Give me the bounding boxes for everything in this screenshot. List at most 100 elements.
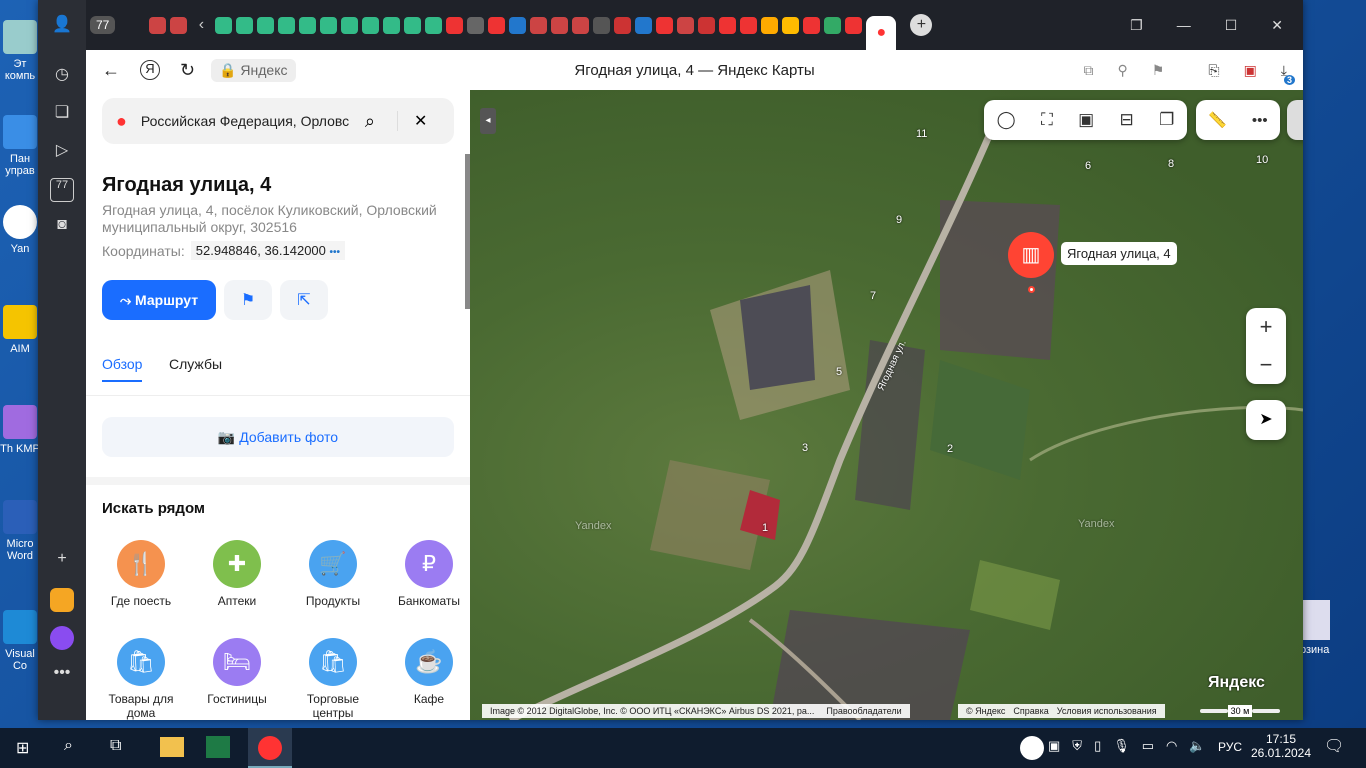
clock[interactable]: 17:15 26.01.2024: [1251, 732, 1311, 760]
maximize-button[interactable]: ☐: [1225, 17, 1238, 34]
tab-overview[interactable]: Обзор: [102, 356, 143, 382]
desktop-icon-yandex[interactable]: Yan: [0, 205, 40, 255]
microphone-icon[interactable]: 🎙: [1113, 738, 1130, 754]
user-avatar[interactable]: [1287, 100, 1303, 140]
photos-icon[interactable]: ▣: [1078, 110, 1094, 130]
tab[interactable]: [782, 16, 800, 34]
marker-label[interactable]: Ягодная улица, 4: [1061, 242, 1177, 265]
nearby-category[interactable]: ✚ Аптеки: [192, 540, 282, 608]
task-view-icon[interactable]: ⧉: [110, 737, 121, 755]
tab-services[interactable]: Службы: [169, 356, 222, 372]
tab[interactable]: [761, 16, 779, 34]
add-photo-button[interactable]: 📷 Добавить фото: [102, 417, 454, 457]
transport-icon[interactable]: ⊟: [1120, 110, 1134, 130]
extension-icon[interactable]: ▣: [1244, 62, 1257, 79]
extensions-icon[interactable]: ⎘: [1208, 62, 1219, 79]
tab[interactable]: [446, 16, 464, 34]
usb-icon[interactable]: ▯: [1094, 738, 1101, 754]
tab[interactable]: [614, 16, 632, 34]
route-button[interactable]: ⤳ Маршрут: [102, 280, 216, 320]
tab[interactable]: [215, 16, 233, 34]
nearby-category[interactable]: 🍴 Где поесть: [96, 540, 186, 608]
minimize-button[interactable]: —: [1177, 17, 1191, 34]
layers-icon[interactable]: ❐: [1159, 110, 1174, 130]
tab[interactable]: [341, 16, 359, 34]
tab[interactable]: [467, 16, 485, 34]
profile-icon[interactable]: 👤: [50, 14, 74, 38]
tab[interactable]: [170, 16, 188, 34]
nearby-category[interactable]: ☕ Кафе: [384, 638, 470, 706]
desktop-icon-recycle-bin[interactable]: рзина: [1300, 600, 1330, 656]
collections-icon[interactable]: ❐: [1130, 17, 1143, 34]
back-button[interactable]: ←: [102, 60, 120, 81]
yandex-home-icon[interactable]: Я: [140, 60, 160, 80]
tab[interactable]: [656, 16, 674, 34]
tab[interactable]: [530, 16, 548, 34]
tab[interactable]: [572, 16, 590, 34]
tab[interactable]: [320, 16, 338, 34]
terms-link[interactable]: Условия использования: [1057, 706, 1157, 716]
yandex-browser-taskbar[interactable]: [248, 728, 292, 768]
security-icon[interactable]: ⛨: [1072, 738, 1082, 754]
location-icon[interactable]: ⚲: [1118, 62, 1128, 79]
notifications-icon[interactable]: 🗨: [1324, 736, 1344, 756]
share-button[interactable]: ⇱: [280, 280, 328, 320]
satellite-layer-icon[interactable]: ◯: [997, 110, 1016, 130]
yandex-tray-icon[interactable]: [1020, 736, 1044, 760]
desktop-icon-kmp[interactable]: Th KMP: [0, 405, 40, 455]
volume-icon[interactable]: 🔈: [1189, 738, 1205, 754]
tab[interactable]: [149, 16, 167, 34]
tabs-counter-icon[interactable]: 77: [50, 178, 74, 202]
panorama-icon[interactable]: ⛶: [1041, 110, 1053, 130]
scroll-tabs-left-icon[interactable]: ‹: [191, 16, 211, 34]
my-location-button[interactable]: ➤: [1246, 400, 1286, 440]
desktop-icon-vscode[interactable]: Visual Co: [0, 610, 40, 672]
more-icon[interactable]: •••: [50, 664, 74, 688]
downloads-icon[interactable]: ⤓ 3: [1281, 62, 1295, 85]
nearby-category[interactable]: 🛒 Продукты: [288, 540, 378, 608]
add-panel-icon[interactable]: +: [50, 550, 74, 574]
tab[interactable]: [299, 16, 317, 34]
desktop-icon-control-panel[interactable]: Пан управ: [0, 115, 40, 177]
collapse-panel-button[interactable]: ◂: [480, 108, 496, 134]
video-icon[interactable]: ▷: [50, 140, 74, 164]
tab[interactable]: [278, 16, 296, 34]
tab[interactable]: [509, 16, 527, 34]
bookmark-button[interactable]: ⚑: [224, 280, 272, 320]
mail-icon[interactable]: [50, 588, 74, 612]
desktop-icon-aim[interactable]: AIM: [0, 305, 40, 355]
nearby-category[interactable]: ₽ Банкоматы: [384, 540, 470, 608]
help-link[interactable]: Справка: [1013, 706, 1048, 716]
tab[interactable]: [257, 16, 275, 34]
nearby-category[interactable]: 🛍 Торговые центры: [288, 638, 378, 720]
wifi-icon[interactable]: ◠: [1166, 738, 1177, 754]
clear-search-button[interactable]: ✕: [396, 111, 427, 131]
alice-icon[interactable]: [50, 626, 74, 650]
file-explorer-icon[interactable]: [160, 737, 184, 757]
desktop-icon-computer[interactable]: Эт компь: [0, 20, 40, 82]
collections-icon[interactable]: ❏: [50, 102, 74, 126]
start-button[interactable]: ⊞: [16, 738, 29, 758]
rights-link[interactable]: Правообладатели: [826, 706, 901, 716]
zoom-out-button[interactable]: −: [1246, 346, 1286, 384]
tab[interactable]: [845, 16, 863, 34]
tab[interactable]: [488, 16, 506, 34]
bookmark-icon[interactable]: ⚑: [1152, 62, 1165, 79]
coords-more-icon[interactable]: •••: [330, 247, 341, 258]
close-window-button[interactable]: ✕: [1271, 17, 1283, 34]
tab[interactable]: [803, 16, 821, 34]
tab[interactable]: [698, 16, 716, 34]
tab[interactable]: [824, 16, 842, 34]
tab[interactable]: [719, 16, 737, 34]
more-icon[interactable]: •••: [1252, 112, 1268, 129]
tab[interactable]: [593, 16, 611, 34]
domain-chip[interactable]: 🔒 Яндекс: [211, 58, 296, 82]
tab[interactable]: [362, 16, 380, 34]
tab[interactable]: [677, 16, 695, 34]
search-icon[interactable]: ⌕: [64, 737, 73, 755]
tab-counter[interactable]: 77: [90, 16, 116, 34]
battery-icon[interactable]: ▭: [1142, 738, 1154, 754]
tab[interactable]: [425, 16, 443, 34]
excel-icon[interactable]: [206, 736, 230, 758]
zoom-in-button[interactable]: +: [1246, 308, 1286, 346]
